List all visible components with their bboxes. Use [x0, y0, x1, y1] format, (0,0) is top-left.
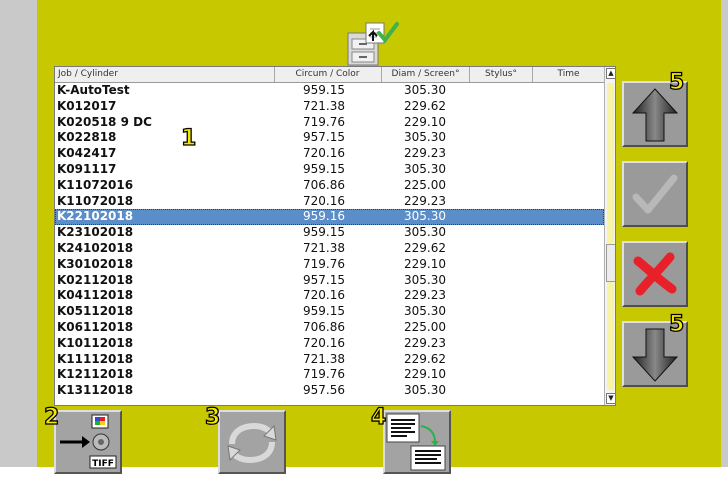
- table-row[interactable]: K11072016 706.86 225.00: [55, 178, 604, 194]
- table-row[interactable]: K12112018 719.76 229.10: [55, 367, 604, 383]
- callout-4: 4: [370, 404, 387, 430]
- scroll-down-arrow-icon[interactable]: ▼: [606, 393, 615, 404]
- table-row[interactable]: K-AutoTest 959.15 305.30: [55, 83, 604, 99]
- refresh-icon: [227, 422, 277, 464]
- scrollbar-thumb[interactable]: [606, 244, 615, 282]
- column-header-job[interactable]: Job / Cylinder: [55, 67, 275, 82]
- table-row[interactable]: K020518 9 DC 719.76 229.10: [55, 115, 604, 131]
- table-row[interactable]: K042417 720.16 229.23: [55, 146, 604, 162]
- table-row[interactable]: K11112018 721.38 229.62: [55, 352, 604, 368]
- scrollbar-track[interactable]: [607, 83, 614, 390]
- column-header-circum[interactable]: Circum / Color: [274, 67, 382, 82]
- tiff-export-icon: TIFF: [60, 414, 117, 469]
- table-row[interactable]: K02112018 957.15 305.30: [55, 273, 604, 289]
- list-header: Job / Cylinder Circum / Color Diam / Scr…: [55, 67, 604, 83]
- table-row[interactable]: K10112018 720.16 229.23: [55, 336, 604, 352]
- table-row[interactable]: K11072018 720.16 229.23: [55, 194, 604, 210]
- transfer-button[interactable]: [383, 410, 451, 474]
- confirm-button[interactable]: [622, 161, 688, 227]
- scroll-up-arrow-icon[interactable]: ▲: [606, 68, 615, 79]
- tiff-label: TIFF: [92, 459, 114, 469]
- table-row[interactable]: K30102018 719.76 229.10: [55, 257, 604, 273]
- callout-5-up: 5: [668, 69, 685, 95]
- table-row[interactable]: K022818 957.15 305.30: [55, 130, 604, 146]
- document-transfer-icon: [386, 413, 446, 471]
- file-cabinet-check-icon: [346, 19, 400, 67]
- table-row-selected[interactable]: K22102018 959.16 305.30: [55, 209, 604, 226]
- list-rows: K-AutoTest 959.15 305.30 K012017 721.38 229.…: [55, 83, 604, 399]
- checkmark-icon: [632, 174, 678, 214]
- table-row[interactable]: K05112018 959.15 305.30: [55, 304, 604, 320]
- table-row[interactable]: K13112018 957.56 305.30: [55, 383, 604, 399]
- table-row[interactable]: K091117 959.15 305.30: [55, 162, 604, 178]
- callout-3: 3: [204, 404, 221, 430]
- red-x-icon: [633, 252, 677, 296]
- column-header-stylus[interactable]: Stylus°: [470, 67, 533, 82]
- table-row[interactable]: K23102018 959.15 305.30: [55, 225, 604, 241]
- refresh-button[interactable]: [218, 410, 286, 474]
- column-header-time[interactable]: Time: [533, 67, 604, 82]
- cancel-button[interactable]: [622, 241, 688, 307]
- callout-5-down: 5: [668, 311, 685, 337]
- callout-1: 1: [180, 125, 197, 151]
- table-row[interactable]: K06112018 706.86 225.00: [55, 320, 604, 336]
- table-row[interactable]: K24102018 721.38 229.62: [55, 241, 604, 257]
- table-row[interactable]: K04112018 720.16 229.23: [55, 288, 604, 304]
- table-row[interactable]: K012017 721.38 229.62: [55, 99, 604, 115]
- vertical-scrollbar[interactable]: ▲ ▼: [604, 67, 615, 405]
- callout-2: 2: [43, 404, 60, 430]
- column-header-diam[interactable]: Diam / Screen°: [382, 67, 470, 82]
- job-list[interactable]: Job / Cylinder Circum / Color Diam / Scr…: [54, 66, 616, 406]
- tiff-export-button[interactable]: TIFF: [54, 410, 122, 474]
